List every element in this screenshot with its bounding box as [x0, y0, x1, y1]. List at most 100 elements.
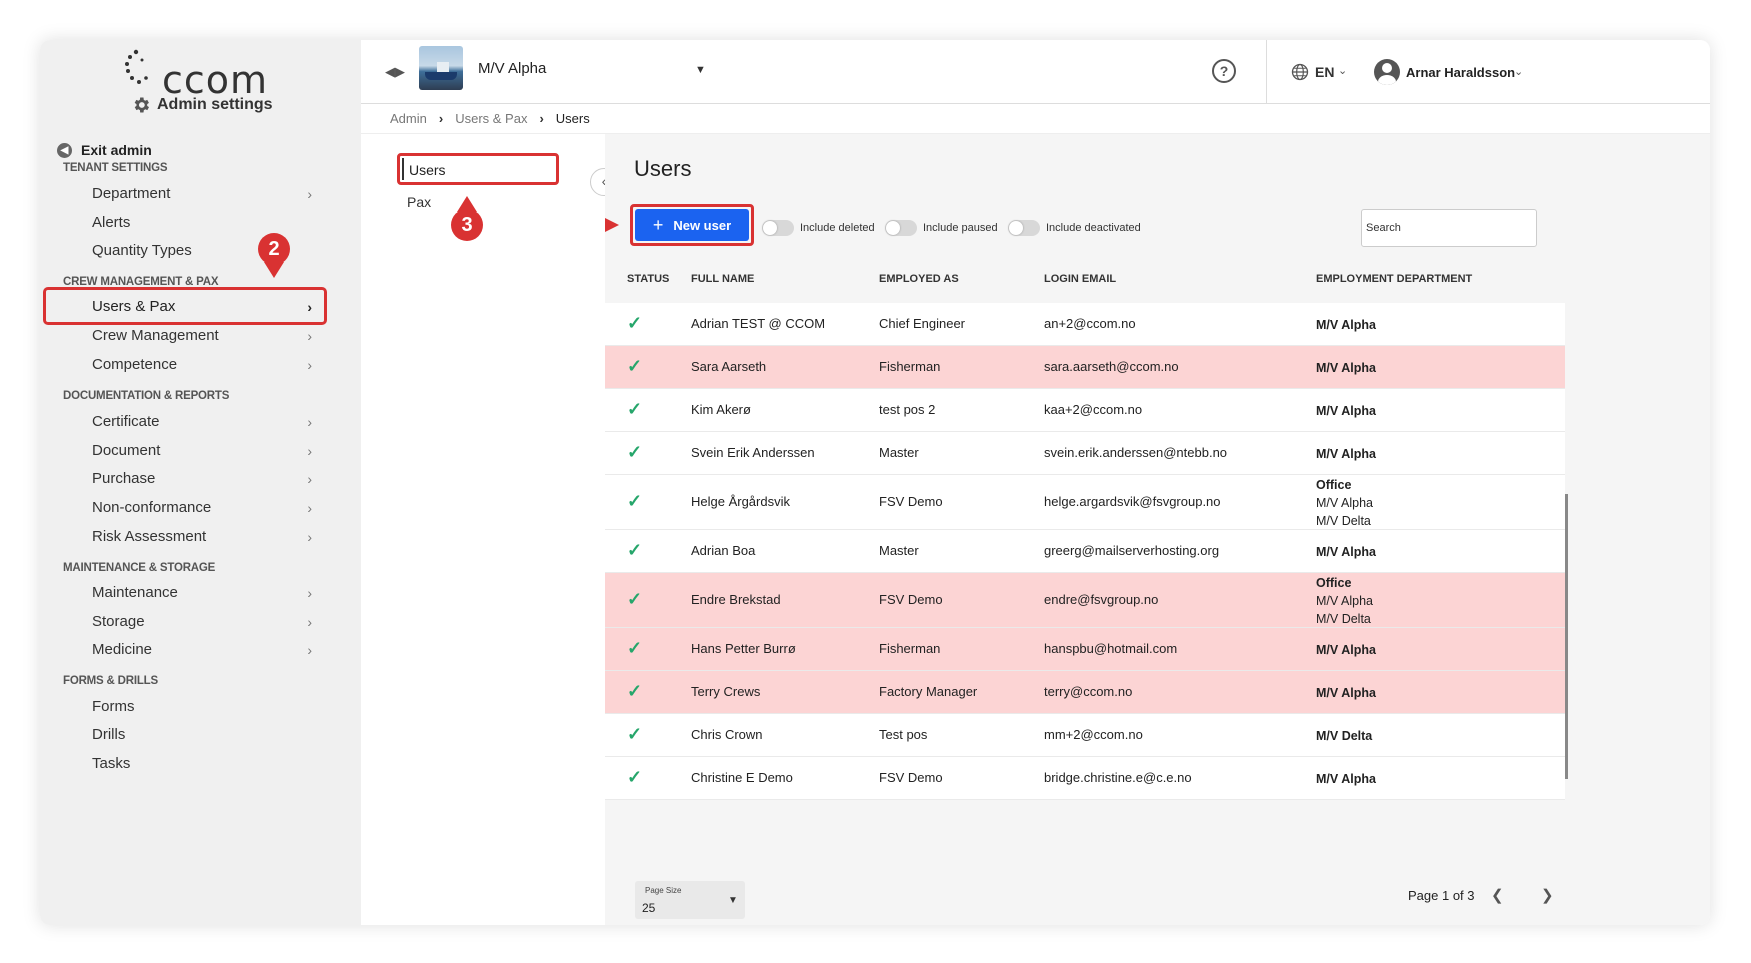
user-department: M/V Alpha [1316, 316, 1376, 334]
sidebar-item-drills[interactable]: Drills [92, 726, 312, 743]
user-department: Office M/V Alpha M/V Delta [1316, 476, 1373, 530]
include-deleted-toggle[interactable]: Include deleted [762, 220, 875, 236]
sidebar-item-purchase[interactable]: Purchase › [92, 470, 312, 487]
user-full-name: Terry Crews [691, 684, 761, 699]
user-employed-as: FSV Demo [879, 592, 943, 607]
exit-admin-link[interactable]: ◀ Exit admin [57, 142, 152, 158]
sidebar-item-maintenance[interactable]: Maintenance › [92, 584, 312, 601]
help-icon[interactable]: ? [1212, 59, 1236, 83]
toggle-switch[interactable] [1008, 220, 1040, 236]
avatar[interactable] [1374, 59, 1400, 85]
globe-icon[interactable] [1290, 62, 1310, 82]
step-marker-3: 3 [451, 209, 483, 241]
sidebar-item-label: Competence [92, 356, 178, 373]
department-secondary: M/V Delta [1316, 612, 1371, 626]
table-scrollbar[interactable] [1565, 494, 1568, 779]
chevron-down-icon[interactable]: ⌄ [1514, 65, 1523, 78]
chevron-right-icon: › [307, 613, 312, 630]
section-maintenance: MAINTENANCE & STORAGE [63, 562, 216, 574]
sidebar-item-certificate[interactable]: Certificate › [92, 413, 312, 430]
sidebar-item-users-pax[interactable]: Users & Pax › [92, 298, 312, 315]
chevron-right-icon: › [307, 356, 312, 373]
caret-down-icon[interactable]: ▼ [695, 64, 706, 76]
status-check-icon: ✓ [627, 540, 643, 560]
table-row[interactable]: ✓ Adrian Boa Master greerg@mailserverhostin… [605, 530, 1565, 573]
user-department: M/V Alpha [1316, 402, 1376, 420]
table-row[interactable]: ✓ Terry Crews Factory Manager terry@ccom.no… [605, 671, 1565, 714]
sidebar-item-label: Storage [92, 613, 145, 630]
chevron-right-icon: › [307, 641, 312, 658]
page-size-select[interactable]: Page Size 25 ▼ [635, 881, 745, 919]
sidebar-item-competence[interactable]: Competence › [92, 356, 312, 373]
column-header-employed-as[interactable]: EMPLOYED AS [879, 273, 959, 285]
sidebar-item-risk-assessment[interactable]: Risk Assessment › [92, 528, 312, 545]
table-row[interactable]: ✓ Sara Aarseth Fisherman sara.aarseth@ccom.… [605, 346, 1565, 389]
sidebar-item-forms[interactable]: Forms [92, 698, 312, 715]
user-employed-as: Fisherman [879, 641, 941, 656]
table-row[interactable]: ✓ Christine E Demo FSV Demo bridge.christin… [605, 757, 1565, 800]
subnav-item-users[interactable]: Users [397, 153, 559, 185]
sidebar-item-label: Department [92, 185, 171, 202]
user-employed-as: Master [879, 543, 919, 558]
new-user-button[interactable]: + New user [635, 209, 749, 241]
include-paused-toggle[interactable]: Include paused [885, 220, 998, 236]
column-header-login-email[interactable]: LOGIN EMAIL [1044, 273, 1116, 285]
table-row[interactable]: ✓ Adrian TEST @ CCOM Chief Engineer an+2@cc… [605, 303, 1565, 346]
table-row[interactable]: ✓ Helge Årgårdsvik FSV Demo helge.argardsvi… [605, 475, 1565, 530]
vessel-selector-label[interactable]: M/V Alpha [478, 60, 546, 77]
chevron-down-icon[interactable]: ⌄ [1338, 64, 1347, 77]
column-header-status[interactable]: STATUS [627, 273, 669, 285]
breadcrumb-users: Users [555, 111, 590, 126]
column-header-full-name[interactable]: FULL NAME [691, 273, 754, 285]
chevron-right-icon: › [307, 413, 312, 430]
table-row[interactable]: ✓ Svein Erik Anderssen Master svein.erik.an… [605, 432, 1565, 475]
status-check-icon: ✓ [627, 399, 643, 419]
language-selector[interactable]: EN [1315, 64, 1334, 80]
user-login-email: greerg@mailserverhosting.org [1044, 543, 1220, 558]
sidebar-item-medicine[interactable]: Medicine › [92, 641, 312, 658]
next-page-icon[interactable]: ❯ [1541, 886, 1554, 904]
header-divider [1266, 40, 1267, 104]
sidebar-item-label: Drills [92, 726, 126, 743]
table-row[interactable]: ✓ Chris Crown Test pos mm+2@ccom.no M/V Delt… [605, 714, 1565, 757]
sidebar-toggle-icon[interactable]: ◀▶ [385, 64, 405, 80]
subnav-item-pax[interactable]: Pax [407, 194, 431, 210]
user-department: M/V Alpha [1316, 684, 1376, 702]
toggle-label: Include deleted [800, 222, 875, 234]
user-menu-name[interactable]: Arnar Haraldsson [1406, 65, 1515, 80]
user-full-name: Sara Aarseth [691, 359, 767, 374]
table-row[interactable]: ✓ Endre Brekstad FSV Demo endre@fsvgroup.no… [605, 573, 1565, 628]
user-employed-as: Factory Manager [879, 684, 978, 699]
sidebar-item-tasks[interactable]: Tasks [92, 755, 312, 772]
column-header-department[interactable]: EMPLOYMENT DEPARTMENT [1316, 273, 1472, 285]
sidebar-item-label: Maintenance [92, 584, 178, 601]
sidebar-item-non-conformance[interactable]: Non-conformance › [92, 499, 312, 516]
gear-icon [134, 97, 149, 113]
top-header: ◀▶ M/V Alpha ▼ ? EN ⌄ Arnar Haraldsson ⌄ [361, 40, 1710, 104]
department-primary: M/V Alpha [1316, 404, 1376, 418]
table-row[interactable]: ✓ Hans Petter Burrø Fisherman hanspbu@hotma… [605, 628, 1565, 671]
include-deactivated-toggle[interactable]: Include deactivated [1008, 220, 1141, 236]
breadcrumb-users-pax[interactable]: Users & Pax [455, 111, 527, 126]
user-login-email: sara.aarseth@ccom.no [1044, 359, 1179, 374]
user-department: M/V Delta [1316, 727, 1372, 745]
sidebar-item-crew-management[interactable]: Crew Management › [92, 327, 312, 344]
user-full-name: Christine E Demo [691, 770, 793, 785]
table-row[interactable]: ✓ Kim Akerø test pos 2 kaa+2@ccom.no M/V Alp… [605, 389, 1565, 432]
toggle-label: Include deactivated [1046, 222, 1141, 234]
search-input[interactable] [1361, 209, 1537, 247]
user-employed-as: FSV Demo [879, 494, 943, 509]
toggle-switch[interactable] [762, 220, 794, 236]
status-check-icon: ✓ [627, 767, 643, 787]
admin-settings-label: Admin settings [157, 96, 273, 113]
breadcrumb-admin[interactable]: Admin [390, 111, 427, 126]
status-check-icon: ✓ [627, 724, 643, 744]
sidebar-item-alerts[interactable]: Alerts [92, 214, 312, 231]
toggle-switch[interactable] [885, 220, 917, 236]
previous-page-icon[interactable]: ❮ [1491, 886, 1504, 904]
exit-admin-label: Exit admin [81, 142, 152, 158]
sidebar-item-department[interactable]: Department › [92, 185, 312, 202]
sidebar-item-document[interactable]: Document › [92, 442, 312, 459]
sidebar-item-storage[interactable]: Storage › [92, 613, 312, 630]
sidebar-item-label: Users & Pax [92, 298, 176, 315]
